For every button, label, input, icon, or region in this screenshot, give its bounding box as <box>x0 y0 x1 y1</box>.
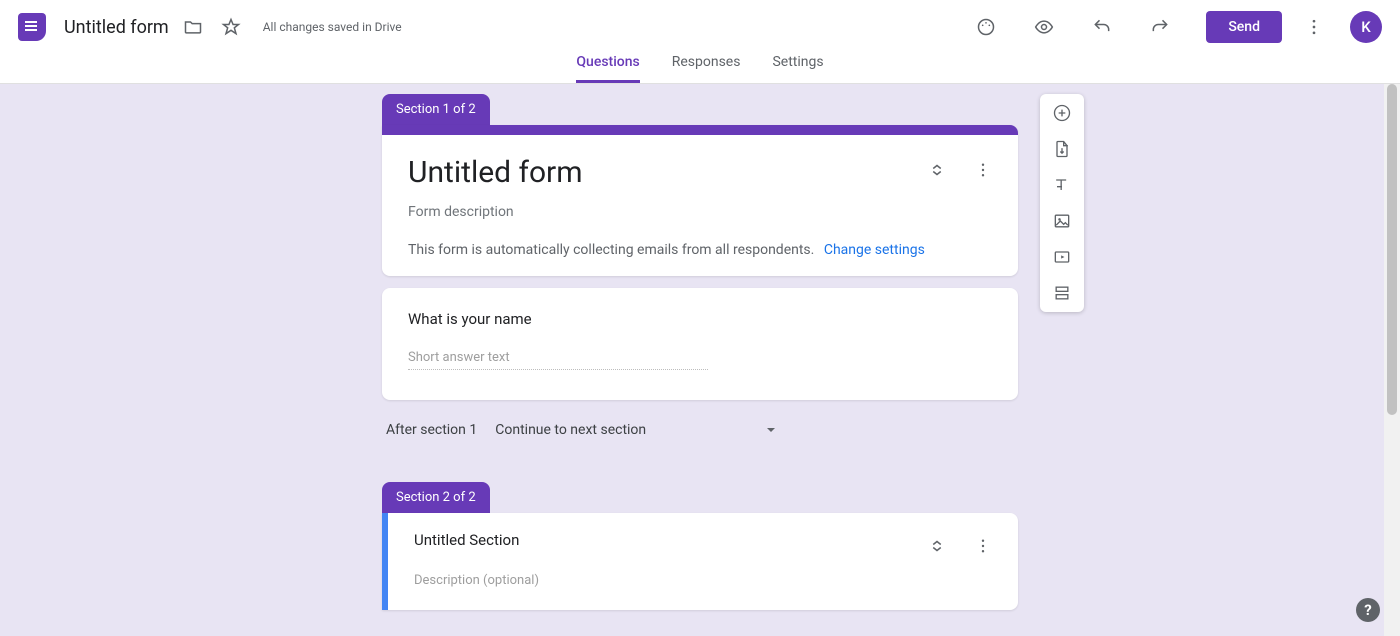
section-2-title[interactable]: Untitled Section <box>414 531 928 549</box>
move-to-folder-icon[interactable] <box>181 15 205 39</box>
after-section-selected: Continue to next section <box>495 422 646 438</box>
redo-icon[interactable] <box>1148 15 1172 39</box>
card-more-icon[interactable] <box>974 537 992 559</box>
tab-questions[interactable]: Questions <box>576 54 639 83</box>
question-card-1[interactable]: What is your name Short answer text <box>382 288 1018 400</box>
question-title[interactable]: What is your name <box>408 310 992 328</box>
header: Untitled form All changes saved in Drive… <box>0 0 1400 54</box>
after-section-dropdown[interactable]: Continue to next section <box>489 418 782 442</box>
form-title-card[interactable]: Untitled form Form description This form… <box>382 125 1018 276</box>
chevron-down-icon <box>766 425 776 435</box>
change-settings-link[interactable]: Change settings <box>824 242 925 258</box>
tab-responses[interactable]: Responses <box>672 54 741 83</box>
email-note-text: This form is automatically collecting em… <box>408 242 814 258</box>
canvas: Section 1 of 2 Untitled form Form descri… <box>0 84 1400 636</box>
form-title[interactable]: Untitled form <box>408 155 928 190</box>
star-icon[interactable] <box>219 15 243 39</box>
send-button[interactable]: Send <box>1206 11 1282 43</box>
short-answer-placeholder: Short answer text <box>408 350 708 370</box>
add-title-icon[interactable] <box>1051 174 1073 196</box>
avatar[interactable]: K <box>1350 11 1382 43</box>
add-question-icon[interactable] <box>1051 102 1073 124</box>
collapse-icon[interactable] <box>928 161 946 183</box>
question-toolbar <box>1040 94 1084 312</box>
section-2-tag: Section 2 of 2 <box>382 482 490 513</box>
add-image-icon[interactable] <box>1051 210 1073 232</box>
card-more-icon[interactable] <box>974 161 992 183</box>
scrollbar-thumb[interactable] <box>1387 84 1397 415</box>
tabs: Questions Responses Settings <box>0 54 1400 84</box>
add-section-icon[interactable] <box>1051 282 1073 304</box>
more-icon[interactable] <box>1302 15 1326 39</box>
import-questions-icon[interactable] <box>1051 138 1073 160</box>
help-icon[interactable]: ? <box>1356 598 1380 622</box>
email-collection-note: This form is automatically collecting em… <box>408 242 992 258</box>
collapse-icon[interactable] <box>928 537 946 559</box>
section-2-card[interactable]: Untitled Section Description (optional) <box>382 513 1018 610</box>
palette-icon[interactable] <box>974 15 998 39</box>
doc-title[interactable]: Untitled form <box>64 17 169 38</box>
save-status: All changes saved in Drive <box>263 20 402 34</box>
section-1-tag: Section 1 of 2 <box>382 94 490 125</box>
form-description[interactable]: Form description <box>408 204 992 220</box>
section-2-description[interactable]: Description (optional) <box>414 573 992 588</box>
vertical-scrollbar[interactable] <box>1384 84 1400 636</box>
add-video-icon[interactable] <box>1051 246 1073 268</box>
forms-logo-icon[interactable] <box>18 13 46 41</box>
tab-settings[interactable]: Settings <box>772 54 823 83</box>
preview-icon[interactable] <box>1032 15 1056 39</box>
after-section-label: After section 1 <box>386 422 477 438</box>
after-section-control: After section 1 Continue to next section <box>386 418 1014 442</box>
undo-icon[interactable] <box>1090 15 1114 39</box>
